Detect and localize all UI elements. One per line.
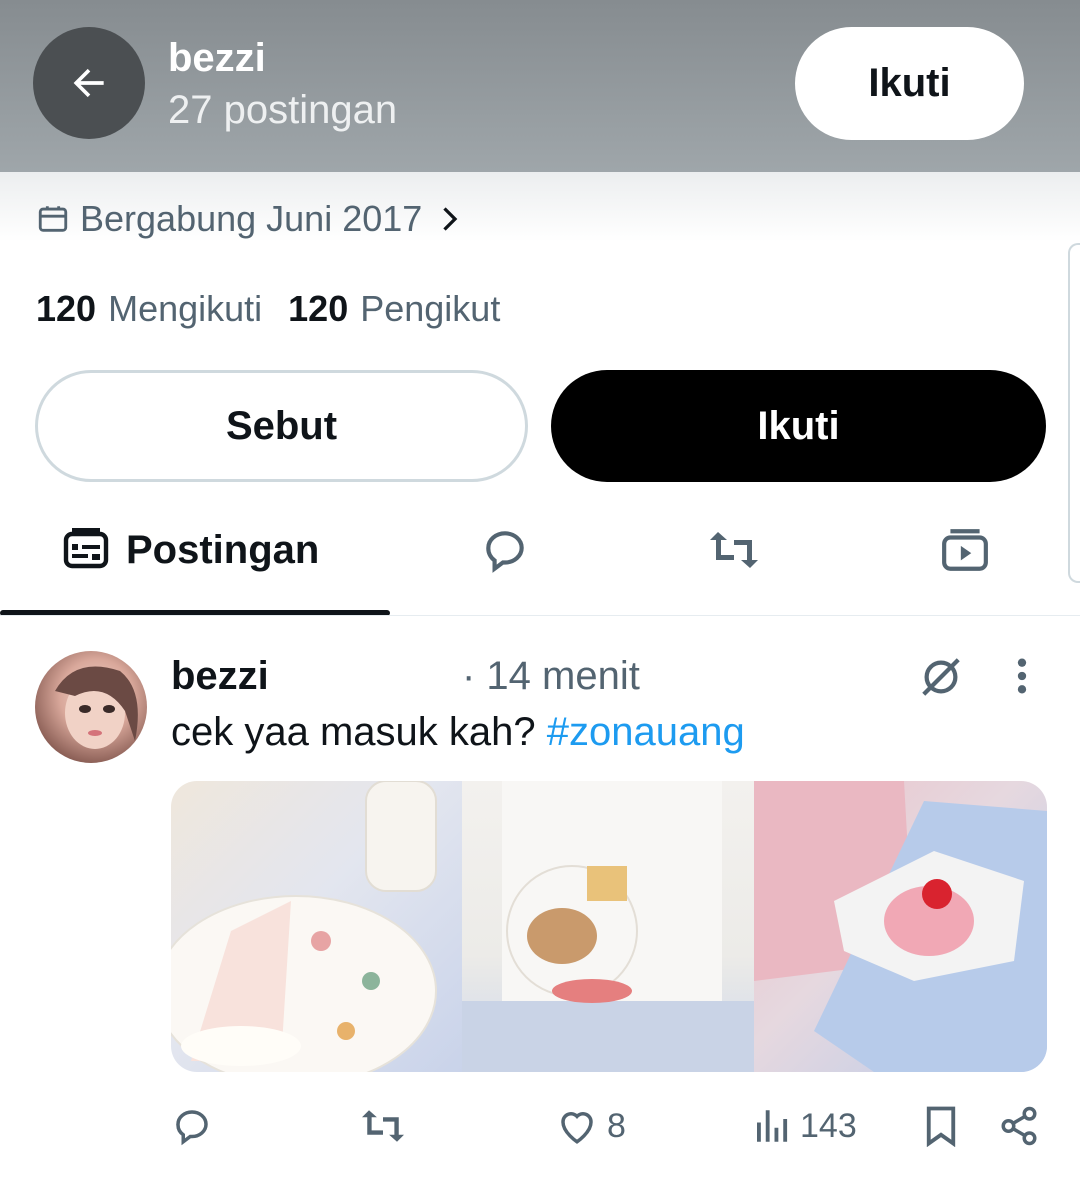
follow-stats: 120 Mengikuti 120 Pengikut	[36, 288, 526, 330]
chevron-right-icon	[443, 207, 458, 231]
header-follow-button[interactable]: Ikuti	[795, 27, 1024, 140]
joined-date-text: Bergabung Juni 2017	[80, 198, 423, 239]
post-media-grid[interactable]	[171, 781, 1047, 1072]
tab-posts[interactable]: Postingan	[62, 522, 319, 578]
reply-bubble-icon	[486, 531, 524, 573]
following-stat[interactable]: 120 Mengikuti	[36, 288, 262, 330]
tab-reposts[interactable]	[708, 524, 760, 576]
mention-button[interactable]: Sebut	[35, 370, 528, 482]
tab-divider	[0, 615, 1080, 616]
like-action[interactable]: 8	[555, 1100, 626, 1152]
post-body: cek yaa masuk kah?	[171, 710, 547, 754]
media-image-2[interactable]	[462, 781, 754, 1072]
arrow-left-icon	[73, 68, 104, 98]
video-media-icon	[942, 529, 988, 571]
header-username: bezzi	[168, 36, 266, 80]
share-action[interactable]	[998, 1100, 1048, 1152]
hashtag-link[interactable]: #zonauang	[547, 710, 745, 754]
more-options-button[interactable]	[1012, 656, 1032, 701]
media-image-3[interactable]	[754, 781, 1047, 1072]
reply-icon	[176, 1110, 208, 1146]
like-count: 8	[607, 1106, 626, 1145]
post-text: cek yaa masuk kah? #zonauang	[171, 710, 745, 755]
followers-stat[interactable]: 120 Pengikut	[288, 288, 500, 330]
tab-media[interactable]	[939, 524, 991, 576]
following-count: 120	[36, 288, 97, 329]
view-count: 143	[800, 1106, 857, 1145]
calendar-icon	[38, 206, 68, 232]
scrollbar[interactable]	[1068, 243, 1080, 583]
back-button[interactable]	[33, 27, 145, 139]
grok-button[interactable]	[918, 654, 964, 705]
repost-action[interactable]	[360, 1100, 414, 1152]
media-image-1[interactable]	[171, 781, 462, 1072]
profile-header: bezzi 27 postingan Ikuti	[0, 0, 1080, 172]
following-label: Mengikuti	[108, 288, 263, 329]
reply-action[interactable]	[171, 1100, 221, 1152]
bookmark-action[interactable]	[920, 1100, 970, 1152]
follow-button[interactable]: Ikuti	[551, 370, 1046, 482]
heart-icon	[561, 1112, 593, 1144]
header-post-count: 27 postingan	[168, 88, 398, 132]
tab-posts-label: Postingan	[126, 527, 320, 572]
followers-label: Pengikut	[360, 288, 501, 329]
post-timestamp[interactable]: · 14 menit	[462, 654, 640, 699]
share-icon	[1001, 1106, 1037, 1146]
post-avatar[interactable]	[35, 651, 147, 763]
tab-replies[interactable]	[479, 524, 531, 576]
repost-icon	[362, 1110, 404, 1142]
more-vertical-icon	[1017, 658, 1027, 694]
repost-icon	[710, 532, 758, 568]
views-action[interactable]: 143	[750, 1100, 857, 1152]
joined-date-row[interactable]: Bergabung Juni 2017	[36, 194, 470, 244]
bookmark-icon	[926, 1106, 956, 1147]
post-author[interactable]: bezzi	[171, 654, 269, 699]
posts-icon	[63, 528, 109, 569]
grok-icon	[922, 658, 960, 696]
followers-count: 120	[288, 288, 349, 329]
avatar-photo	[55, 666, 138, 749]
analytics-icon	[757, 1110, 788, 1142]
